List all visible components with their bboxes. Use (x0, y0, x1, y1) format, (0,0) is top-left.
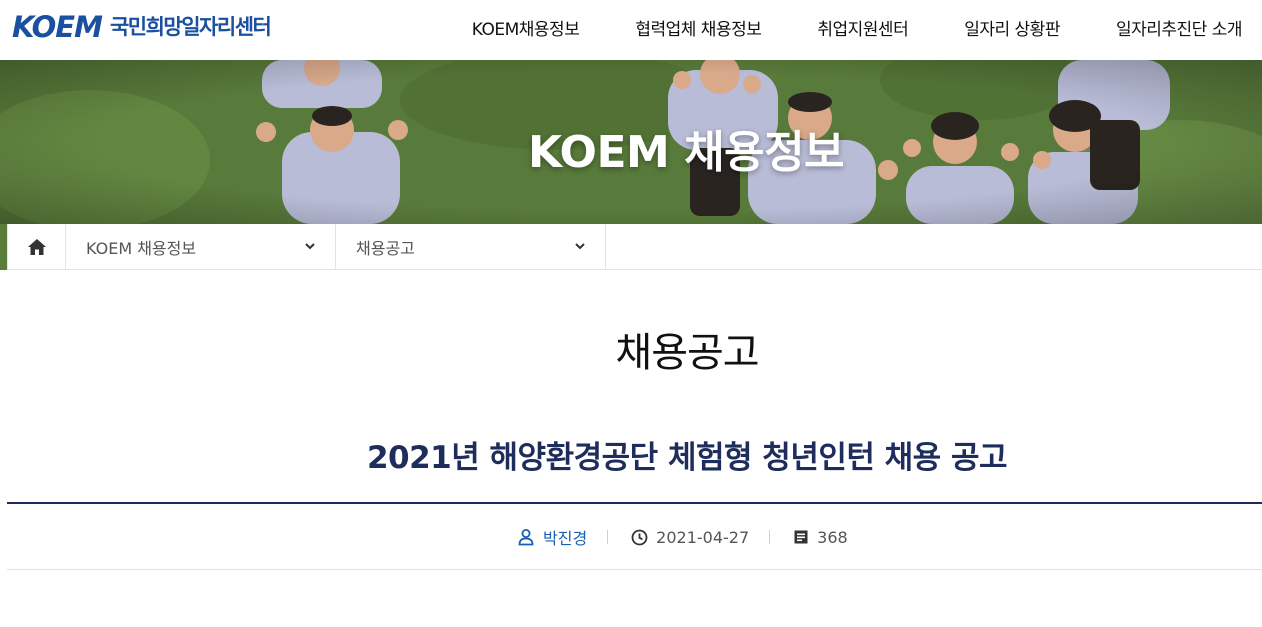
post-author: 박진경 (517, 525, 587, 549)
breadcrumb-subcategory-label: 채용공고 (356, 239, 415, 258)
breadcrumb-category-label: KOEM 채용정보 (86, 239, 197, 258)
site-header: KOEM 국민희망일자리센터 KOEM채용정보 협력업체 채용정보 취업지원센터… (0, 0, 1262, 60)
breadcrumb: KOEM 채용정보 채용공고 (0, 224, 1262, 270)
post-meta: 박진경 2021-04-27 368 (517, 524, 848, 550)
post-meta-divider (7, 569, 1262, 570)
breadcrumb-dropdown-subcategory[interactable]: 채용공고 (336, 224, 606, 270)
koem-logo-mark: KOEM (12, 10, 103, 44)
logo-text: 국민희망일자리센터 (109, 15, 272, 39)
page-title: 채용공고 (615, 330, 759, 376)
nav-item-about[interactable]: 일자리추진단 소개 (1116, 15, 1243, 40)
logo-mark-text: KOEM (12, 10, 103, 44)
meta-separator (607, 530, 609, 544)
post-title-divider (7, 502, 1262, 504)
breadcrumb-home-button[interactable] (7, 224, 66, 270)
post-views-count: 368 (817, 527, 848, 547)
clock-icon (631, 529, 648, 545)
user-icon (518, 529, 534, 546)
site-logo[interactable]: KOEM 국민희망일자리센터 (12, 10, 272, 44)
banner-title: KOEM 채용정보 (527, 127, 845, 178)
hero-banner: KOEM 채용정보 (0, 60, 1262, 224)
nav-item-koem-jobs[interactable]: KOEM채용정보 (472, 15, 580, 40)
breadcrumb-dropdown-category[interactable]: KOEM 채용정보 (66, 224, 336, 270)
meta-separator (769, 530, 771, 544)
author-name: 박진경 (543, 529, 588, 548)
chevron-down-icon (305, 243, 315, 250)
post-title: 2021년 해양환경공단 체험형 청년인턴 채용 공고 (366, 440, 1008, 476)
nav-item-partner-jobs[interactable]: 협력업체 채용정보 (635, 15, 762, 40)
post-views: 368 (793, 528, 848, 547)
post-date-value: 2021-04-27 (656, 527, 750, 547)
breadcrumb-left-strip (0, 224, 7, 270)
home-icon (27, 239, 46, 255)
main-nav: KOEM채용정보 협력업체 채용정보 취업지원센터 일자리 상황판 일자리추진단… (416, 0, 1243, 54)
nav-item-employment-support[interactable]: 취업지원센터 (817, 15, 908, 40)
nav-item-job-board[interactable]: 일자리 상황판 (964, 15, 1060, 40)
post-date: 2021-04-27 (631, 528, 749, 547)
chevron-down-icon (575, 243, 585, 250)
views-document-icon (794, 530, 808, 544)
